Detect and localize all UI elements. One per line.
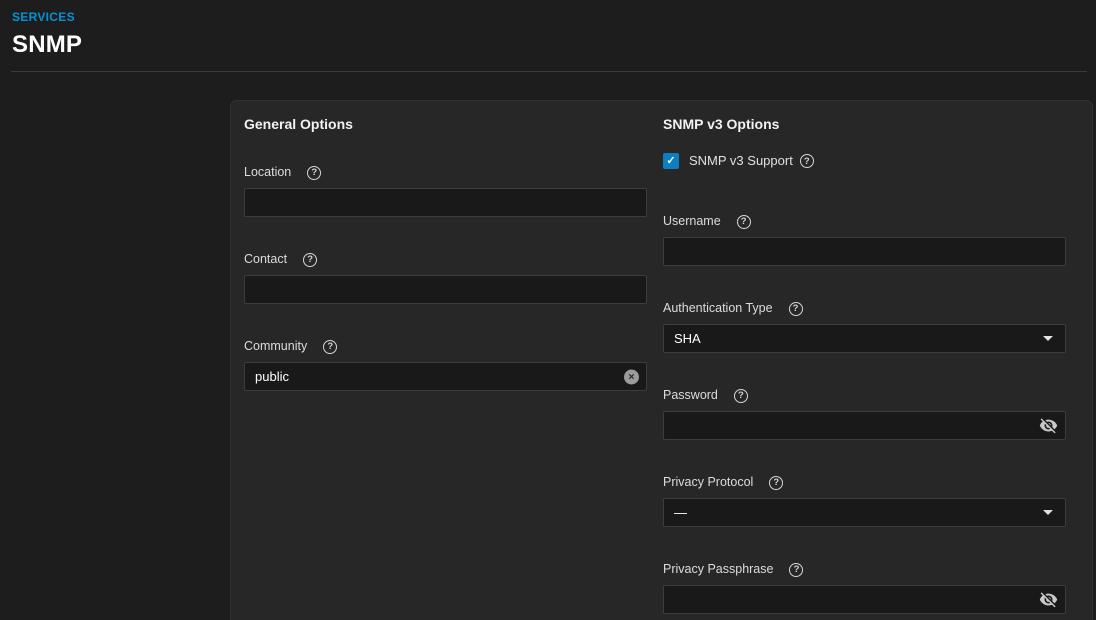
password-label-row: Password ? [663,388,1066,403]
password-input[interactable] [663,411,1066,440]
password-input-wrap [663,411,1066,440]
username-label-row: Username ? [663,214,1066,229]
location-help-icon[interactable]: ? [307,166,321,180]
location-label: Location [244,165,291,180]
privacy-protocol-value: — [674,505,1043,520]
username-input[interactable] [663,237,1066,266]
privacy-passphrase-input-wrap [663,585,1066,614]
community-label-row: Community ? [244,339,647,354]
community-input-wrap: ✕ [244,362,647,391]
privacy-passphrase-input[interactable] [663,585,1066,614]
privacy-protocol-field: Privacy Protocol ? — [663,475,1066,527]
location-label-row: Location ? [244,165,647,180]
authentication-type-value: SHA [674,331,1043,346]
contact-label-row: Contact ? [244,252,647,267]
privacy-passphrase-help-icon[interactable]: ? [789,563,803,577]
authentication-type-label-row: Authentication Type ? [663,301,1066,316]
privacy-passphrase-field: Privacy Passphrase ? [663,562,1066,614]
community-help-icon[interactable]: ? [323,340,337,354]
privacy-passphrase-visibility-off-icon[interactable] [1038,590,1058,610]
privacy-passphrase-label: Privacy Passphrase [663,562,773,577]
username-input-wrap [663,237,1066,266]
community-field: Community ? ✕ [244,339,647,391]
authentication-type-help-icon[interactable]: ? [789,302,803,316]
username-label: Username [663,214,721,229]
contact-input-wrap [244,275,647,304]
general-options-section: General Options Location ? Contact ? [244,116,647,620]
general-options-title: General Options [244,116,647,132]
snmp-v3-support-label: SNMP v3 Support [689,153,793,169]
authentication-type-label: Authentication Type [663,301,773,316]
breadcrumb-services[interactable]: SERVICES [12,11,75,24]
location-input[interactable] [244,188,647,217]
privacy-protocol-label: Privacy Protocol [663,475,753,490]
password-help-icon[interactable]: ? [734,389,748,403]
location-input-wrap [244,188,647,217]
authentication-type-field: Authentication Type ? SHA [663,301,1066,353]
privacy-protocol-label-row: Privacy Protocol ? [663,475,1066,490]
community-label: Community [244,339,307,354]
contact-input[interactable] [244,275,647,304]
contact-label: Contact [244,252,287,267]
privacy-protocol-help-icon[interactable]: ? [769,476,783,490]
community-input[interactable] [244,362,647,391]
snmp-config-card: General Options Location ? Contact ? [230,100,1093,620]
location-field: Location ? [244,165,647,217]
authentication-type-select[interactable]: SHA [663,324,1066,353]
password-visibility-off-icon[interactable] [1038,416,1058,436]
chevron-down-icon [1043,510,1053,515]
snmp-v3-support-help-icon[interactable]: ? [800,154,814,168]
username-field: Username ? [663,214,1066,266]
main-content: General Options Location ? Contact ? [0,72,1096,620]
chevron-down-icon [1043,336,1053,341]
username-help-icon[interactable]: ? [737,215,751,229]
privacy-passphrase-label-row: Privacy Passphrase ? [663,562,1066,577]
page-header: SERVICES SNMP [0,0,1096,59]
contact-field: Contact ? [244,252,647,304]
privacy-protocol-select[interactable]: — [663,498,1066,527]
password-label: Password [663,388,718,403]
community-clear-icon[interactable]: ✕ [624,369,639,384]
snmp-v3-options-section: SNMP v3 Options ✓ SNMP v3 Support ? User… [663,116,1066,620]
snmp-v3-support-checkbox[interactable]: ✓ [663,153,679,169]
contact-help-icon[interactable]: ? [303,253,317,267]
snmp-v3-options-title: SNMP v3 Options [663,116,1066,132]
snmp-v3-support-row: ✓ SNMP v3 Support ? [663,153,1066,169]
page-title: SNMP [12,31,1096,59]
password-field: Password ? [663,388,1066,440]
